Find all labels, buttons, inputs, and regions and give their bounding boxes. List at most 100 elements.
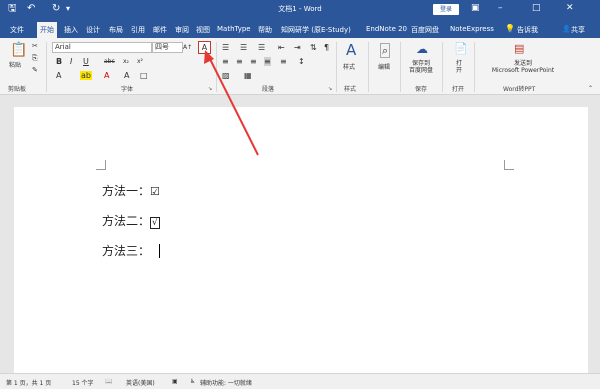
tab-endnote[interactable]: EndNote 20 — [366, 25, 407, 33]
document-line-3: 方法三： — [102, 242, 150, 259]
strikethrough-icon[interactable]: abc — [104, 57, 115, 66]
tab-file[interactable]: 文件 — [10, 25, 24, 35]
styles-group-label: 样式 — [344, 86, 357, 93]
tab-review[interactable]: 审阅 — [175, 25, 189, 35]
line-label: 方法一： — [102, 184, 151, 198]
numbering-icon[interactable]: ☰ — [240, 43, 247, 52]
status-bar: 第 1 页，共 1 页 15 个字 📖 英语(美国) ▣ ♿ 辅助功能: 一切就… — [0, 373, 600, 389]
enclose-characters-button[interactable]: A — [198, 41, 211, 54]
tab-mailings[interactable]: 邮件 — [153, 25, 167, 35]
align-left-icon[interactable]: ≡ — [222, 57, 229, 66]
superscript-icon[interactable]: x² — [137, 57, 143, 66]
close-icon[interactable]: ✕ — [566, 2, 574, 14]
line-spacing-icon[interactable]: ↕ — [298, 57, 305, 66]
justify-icon[interactable]: ≡ — [264, 57, 271, 66]
tab-insert[interactable]: 插入 — [64, 25, 78, 35]
bold-icon[interactable]: B — [56, 57, 62, 66]
char-border-icon[interactable]: □ — [140, 71, 148, 80]
ribbon-options-icon[interactable]: ▣ — [471, 2, 480, 14]
collapse-ribbon-icon[interactable]: ⌃ — [588, 84, 593, 93]
cut-icon[interactable]: ✂ — [32, 42, 38, 51]
separator — [474, 42, 475, 92]
font-name-select[interactable]: Arial — [52, 42, 152, 53]
accessibility-status[interactable]: 辅助功能: 一切就绪 — [200, 378, 252, 387]
sort-icon[interactable]: ⇅ — [310, 43, 317, 52]
page-count[interactable]: 第 1 页，共 1 页 — [6, 378, 51, 387]
font-size-select[interactable]: 四号 — [152, 42, 183, 53]
document-page[interactable]: 方法一：☑ 方法二： √ 方法三： — [14, 107, 588, 373]
share-button[interactable]: 共享 — [571, 25, 585, 35]
tab-layout[interactable]: 布局 — [109, 25, 123, 35]
proofing-icon[interactable]: 📖 — [105, 378, 112, 385]
distribute-icon[interactable]: ≡ — [280, 57, 287, 66]
lightbulb-icon: 💡 — [505, 24, 515, 33]
font-dialog-launcher-icon[interactable]: ↘ — [208, 85, 212, 94]
bullets-icon[interactable]: ☰ — [222, 43, 229, 52]
share-icon[interactable]: 👤 — [562, 25, 571, 33]
multilevel-list-icon[interactable]: ☰ — [258, 43, 265, 52]
tell-me-box[interactable]: 告诉我 — [517, 25, 538, 35]
document-area: 方法一：☑ 方法二： √ 方法三： — [0, 95, 600, 373]
window-title: 文档1 - Word — [278, 5, 322, 13]
decrease-indent-icon[interactable]: ⇤ — [278, 43, 285, 52]
highlight-icon[interactable]: ab — [80, 71, 92, 80]
tab-references[interactable]: 引用 — [131, 25, 145, 35]
editing-button[interactable]: 编辑 — [378, 64, 390, 71]
format-painter-icon[interactable]: ✎ — [32, 66, 38, 75]
powerpoint-icon[interactable]: ▤ — [514, 42, 524, 55]
font-color-icon[interactable]: A — [104, 71, 109, 80]
underline-icon[interactable]: U — [83, 57, 89, 66]
tab-noteexpress[interactable]: NoteExpress — [450, 25, 494, 33]
show-marks-icon[interactable]: ¶ — [324, 43, 329, 52]
open-button[interactable]: 打 开 — [452, 60, 466, 74]
separator — [442, 42, 443, 92]
tab-baidu[interactable]: 百度网盘 — [411, 25, 439, 35]
increase-indent-icon[interactable]: ⇥ — [294, 43, 301, 52]
open-file-icon[interactable]: 📄 — [454, 42, 468, 55]
send-to-ppt-button[interactable]: 发送到 Microsoft PowerPoint — [478, 60, 568, 74]
minimize-icon[interactable]: – — [498, 2, 503, 14]
align-right-icon[interactable]: ≡ — [250, 57, 257, 66]
text-cursor — [159, 244, 160, 258]
font-size-increase-icon[interactable]: A↑ — [183, 43, 192, 52]
tab-cnki[interactable]: 知网研学 (原E-Study) — [281, 25, 351, 35]
separator — [216, 42, 217, 92]
borders-icon[interactable]: ▦ — [244, 71, 252, 80]
find-icon[interactable]: ⌕ — [380, 43, 391, 58]
tab-design[interactable]: 设计 — [86, 25, 100, 35]
shading-icon[interactable]: ▨ — [222, 71, 230, 80]
save-to-baidu-button[interactable]: 保存到 百度网盘 — [404, 60, 438, 74]
maximize-icon[interactable]: □ — [532, 2, 541, 14]
login-button[interactable]: 登录 — [433, 4, 459, 15]
tab-view[interactable]: 视图 — [196, 25, 210, 35]
accessibility-icon: ♿ — [190, 378, 196, 385]
italic-icon[interactable]: I — [70, 57, 72, 66]
styles-button[interactable]: 样式 — [343, 64, 355, 71]
separator — [46, 42, 47, 92]
document-line-1: 方法一：☑ — [102, 182, 160, 199]
copy-icon[interactable]: ⎘ — [32, 54, 38, 63]
char-shading-icon[interactable]: A — [124, 71, 129, 80]
document-line-2: 方法二： √ — [102, 212, 160, 229]
text-effects-icon[interactable]: A — [56, 71, 61, 80]
word-count[interactable]: 15 个字 — [72, 378, 94, 387]
macro-icon[interactable]: ▣ — [172, 378, 178, 385]
align-center-icon[interactable]: ≡ — [236, 57, 243, 66]
tab-home[interactable]: 开始 — [37, 22, 57, 38]
paragraph-dialog-launcher-icon[interactable]: ↘ — [328, 85, 332, 94]
baidu-cloud-icon[interactable]: ☁ — [416, 42, 428, 56]
subscript-icon[interactable]: x₂ — [123, 57, 129, 66]
margin-corner-top-left — [96, 160, 106, 170]
line-label: 方法二： — [102, 214, 151, 228]
clipboard-icon[interactable]: 📋 — [10, 42, 27, 58]
clipboard-group-label: 剪贴板 — [8, 86, 27, 93]
language-indicator[interactable]: 英语(美国) — [126, 378, 155, 387]
paste-button[interactable]: 粘贴 — [9, 62, 21, 69]
margin-corner-top-right — [504, 160, 514, 170]
open-group-label: 打开 — [452, 86, 465, 93]
styles-icon[interactable]: A — [346, 42, 356, 59]
tab-mathtype[interactable]: MathType — [217, 25, 251, 33]
separator — [400, 42, 401, 92]
tab-help[interactable]: 帮助 — [258, 25, 272, 35]
paragraph-group-label: 段落 — [262, 86, 275, 93]
